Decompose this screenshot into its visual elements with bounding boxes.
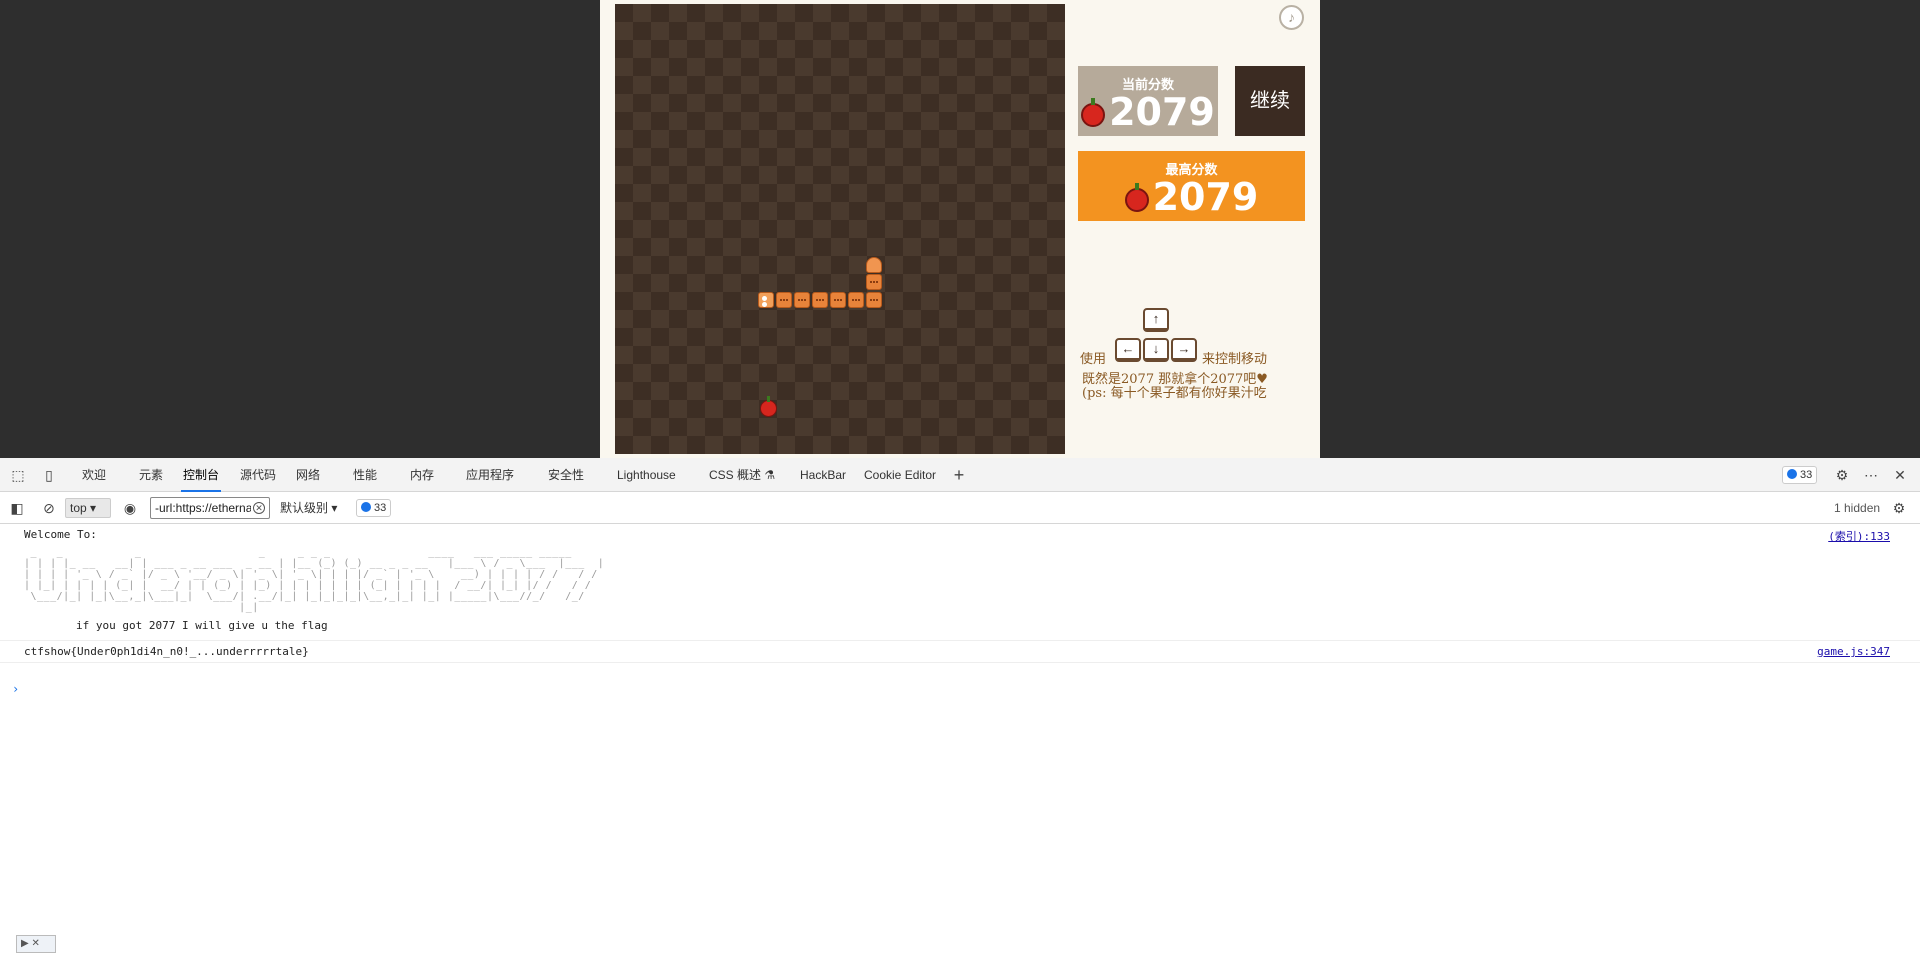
continue-button[interactable]: 继续 xyxy=(1235,66,1305,136)
source-link[interactable]: (索引):133 xyxy=(1828,528,1890,544)
settings-gear-icon[interactable]: ⚙ xyxy=(1834,467,1850,483)
toolbar-issues-badge[interactable]: 33 xyxy=(356,499,392,517)
devtools-tab-bar: ⬚ ▯ 欢迎 元素 控制台 源代码 网络 性能 内存 应用程序 安全性 Ligh… xyxy=(0,458,1920,492)
ascii-banner: _ _ _ _ _ _ _ ____ ___ _____ _____ | | |… xyxy=(24,547,605,613)
context-value: top xyxy=(70,501,87,515)
tab-cookie-editor[interactable]: Cookie Editor xyxy=(862,458,938,492)
browser-viewport: ♪ 当前分数 2079 继续 最高分数 2079 ↑ 使用 ← ↓ → 来控制移… xyxy=(0,0,1920,458)
inspect-element-icon[interactable]: ⬚ xyxy=(10,467,26,483)
arrow-left-key-icon: ← xyxy=(1115,338,1141,362)
log-level-select[interactable]: 默认级别 ▾ xyxy=(280,498,337,518)
flag-hint-text: if you got 2077 I will give u the flag xyxy=(76,619,328,632)
arrow-right-key-icon: → xyxy=(1171,338,1197,362)
console-filter-input[interactable] xyxy=(150,497,270,519)
apple-icon xyxy=(1124,183,1149,212)
tab-sources[interactable]: 源代码 xyxy=(238,458,278,492)
console-message: ctfshow{Under0ph1di4n_n0!_...underrrrrta… xyxy=(0,641,1920,663)
snake-tail xyxy=(866,257,882,273)
issues-count: 33 xyxy=(1800,469,1813,481)
source-link[interactable]: game.js:347 xyxy=(1817,645,1890,658)
context-select[interactable]: top ▾ xyxy=(65,498,111,518)
arrow-up-key-icon: ↑ xyxy=(1143,308,1169,332)
tab-css-overview[interactable]: CSS 概述 ⚗ xyxy=(707,458,777,492)
devtools-panel: ⬚ ▯ 欢迎 元素 控制台 源代码 网络 性能 内存 应用程序 安全性 Ligh… xyxy=(0,458,1920,966)
current-score-label: 当前分数 xyxy=(1121,77,1174,92)
drawer-toggle[interactable]: ▶ ✕ xyxy=(16,935,56,953)
snake-segment xyxy=(794,292,810,308)
flag-text: ctfshow{Under0ph1di4n_n0!_...underrrrrta… xyxy=(24,645,309,658)
tab-performance[interactable]: 性能 xyxy=(351,458,379,492)
console-message: Welcome To: (索引):133 _ _ _ _ _ _ _ ____ … xyxy=(0,524,1920,641)
console-toolbar: ◧ ⊘ top ▾ ◉ ✕ 默认级别 ▾ 33 1 hidden ⚙ xyxy=(0,492,1920,524)
music-toggle-icon[interactable]: ♪ xyxy=(1279,5,1304,30)
clear-console-icon[interactable]: ⊘ xyxy=(41,500,57,516)
add-tab-icon[interactable]: + xyxy=(951,466,967,484)
snake-segment xyxy=(866,292,882,308)
best-score-value: 2079 xyxy=(1152,175,1259,219)
console-prompt-icon[interactable]: › xyxy=(12,682,19,696)
tab-security[interactable]: 安全性 xyxy=(546,458,586,492)
message-icon xyxy=(1787,469,1797,479)
snake-segment xyxy=(866,274,882,290)
snake-board[interactable] xyxy=(615,4,1065,454)
console-output: Welcome To: (索引):133 _ _ _ _ _ _ _ ____ … xyxy=(0,524,1920,696)
controls-use-label: 使用 xyxy=(1080,352,1107,367)
apple-food-icon xyxy=(760,396,777,417)
console-settings-gear-icon[interactable]: ⚙ xyxy=(1891,500,1907,516)
tab-network[interactable]: 网络 xyxy=(294,458,322,492)
tab-application[interactable]: 应用程序 xyxy=(464,458,516,492)
clear-filter-icon[interactable]: ✕ xyxy=(253,502,265,514)
snake-segment xyxy=(848,292,864,308)
toolbar-issues-count: 33 xyxy=(374,502,387,514)
message-icon xyxy=(361,502,371,512)
current-score-panel: 当前分数 2079 xyxy=(1078,66,1218,136)
welcome-text: Welcome To: xyxy=(24,528,97,541)
current-score-value: 2079 xyxy=(1109,90,1215,134)
sidebar-toggle-icon[interactable]: ◧ xyxy=(9,500,25,516)
tab-hackbar[interactable]: HackBar xyxy=(798,458,848,492)
tab-elements[interactable]: 元素 xyxy=(137,458,165,492)
issues-badge[interactable]: 33 xyxy=(1782,466,1818,484)
snake-segment xyxy=(812,292,828,308)
hidden-messages-count: 1 hidden xyxy=(1834,501,1881,515)
tab-lighthouse[interactable]: Lighthouse xyxy=(615,458,678,492)
arrow-down-key-icon: ↓ xyxy=(1143,338,1169,362)
snake-segment xyxy=(776,292,792,308)
snake-head xyxy=(758,292,774,308)
close-devtools-icon[interactable]: ✕ xyxy=(1892,467,1908,483)
more-options-icon[interactable]: ⋯ xyxy=(1863,467,1879,483)
snake-segment xyxy=(830,292,846,308)
tab-welcome[interactable]: 欢迎 xyxy=(80,458,108,492)
log-level-value: 默认级别 xyxy=(280,501,329,515)
best-score-panel: 最高分数 2079 xyxy=(1078,151,1305,221)
controls-move-label: 来控制移动 xyxy=(1202,352,1268,367)
device-toolbar-icon[interactable]: ▯ xyxy=(41,467,57,483)
tab-memory[interactable]: 内存 xyxy=(408,458,436,492)
best-score-label: 最高分数 xyxy=(1165,162,1218,177)
tab-console[interactable]: 控制台 xyxy=(181,458,222,492)
live-expression-eye-icon[interactable]: ◉ xyxy=(122,500,138,516)
apple-icon xyxy=(1081,98,1106,127)
controls-hint: ↑ 使用 ← ↓ → 来控制移动 既然是2077 那就拿个2077吧♥ (ps:… xyxy=(1080,308,1320,408)
controls-hint-line2: (ps: 每十个果子都有你好果汁吃 xyxy=(1082,386,1267,401)
